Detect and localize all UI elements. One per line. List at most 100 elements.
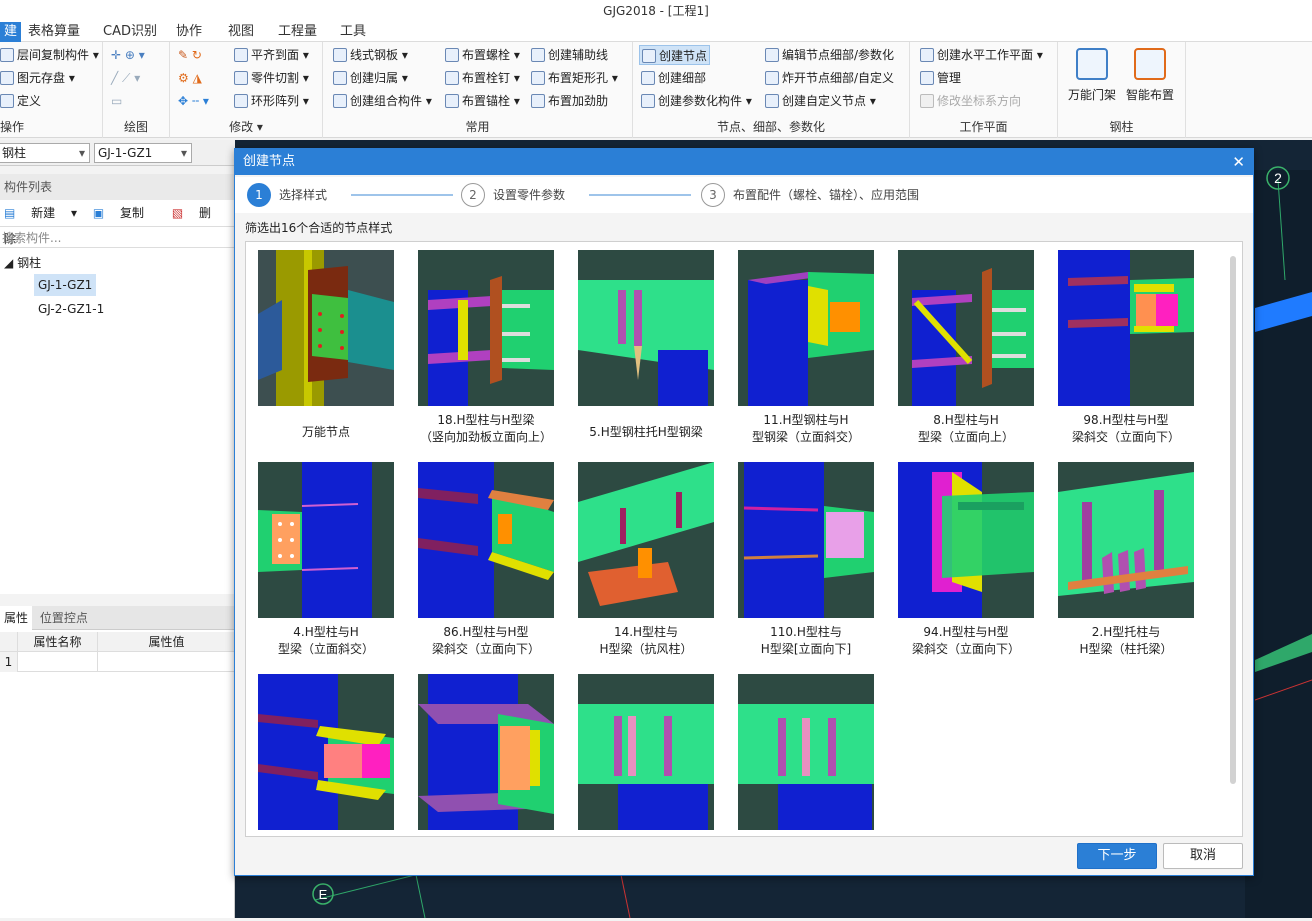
place-stud-button[interactable]: 布置栓钉 ▾ — [445, 68, 520, 88]
define-button[interactable]: 定义 — [0, 91, 41, 111]
bolt-icon — [445, 48, 459, 62]
menu-build[interactable]: 建 — [0, 22, 22, 42]
step-connector — [351, 194, 453, 196]
copy-between-floors-button[interactable]: 层间复制构件 ▾ — [0, 45, 99, 65]
menu-quantities[interactable]: 工程量 — [278, 22, 317, 42]
menu-cad-recognition[interactable]: CAD识别 — [103, 22, 157, 42]
create-work-plane-button[interactable]: 创建水平工作平面 ▾ — [920, 45, 1043, 65]
node-style-card[interactable] — [578, 674, 714, 836]
edit-node-detail-button[interactable]: 编辑节点细部/参数化 — [765, 45, 894, 65]
smart-place-button[interactable]: 智能布置 — [1122, 48, 1178, 103]
close-icon[interactable]: ✕ — [1232, 149, 1245, 175]
step-3: 3 布置配件（螺栓、锚栓）、应用范围 — [701, 183, 919, 207]
tab-properties[interactable]: 属性 — [0, 606, 33, 630]
node-style-card[interactable]: 2.H型托柱与 H型梁（柱托梁） — [1058, 462, 1194, 658]
create-detail-button[interactable]: 创建细部 — [641, 68, 706, 88]
menu-view[interactable]: 视图 — [228, 22, 254, 42]
type-selector[interactable]: 钢柱 — [0, 143, 90, 163]
node-style-label: 11.H型钢柱与H 型钢梁（立面斜交） — [751, 413, 860, 444]
selector-bar: 钢柱 GJ-1-GZ1 — [0, 140, 235, 166]
node-style-card[interactable]: 94.H型柱与H型 梁斜交（立面向下） — [898, 462, 1034, 658]
save-element-button[interactable]: 图元存盘 ▾ — [0, 68, 75, 88]
node-style-card[interactable]: 4.H型柱与H 型梁（立面斜交） — [258, 462, 394, 658]
create-custom-node-button[interactable]: 创建自定义节点 ▾ — [765, 91, 876, 111]
create-combo-button[interactable]: 创建组合构件 ▾ — [333, 91, 432, 111]
create-param-button[interactable]: 创建参数化构件 ▾ — [641, 91, 752, 111]
node-style-card[interactable]: 110.H型柱与 H型梁[立面向下] — [738, 462, 874, 658]
step-1: 1 选择样式 — [247, 183, 327, 207]
node-style-card[interactable] — [418, 674, 554, 836]
manage-button[interactable]: 管理 — [920, 68, 961, 88]
save-element-icon — [0, 71, 14, 85]
node-style-card[interactable]: 11.H型钢柱与H 型钢梁（立面斜交） — [738, 250, 874, 446]
create-aux-line-button[interactable]: 创建辅助线 — [531, 45, 608, 65]
window-title: GJG2018 - [工程1] — [0, 0, 1312, 22]
node-style-card[interactable]: 98.H型柱与H型 梁斜交（立面向下） — [1058, 250, 1194, 446]
linear-plate-button[interactable]: 线式钢板 ▾ — [333, 45, 408, 65]
modify-coord-button[interactable]: 修改坐标系方向 — [920, 91, 1021, 111]
copy-button[interactable]: ▣ 复制 — [93, 206, 156, 220]
prop-name-cell[interactable] — [18, 652, 98, 672]
node-style-label: 2.H型托柱与 H型梁（柱托梁） — [1079, 625, 1173, 656]
component-selector[interactable]: GJ-1-GZ1 — [94, 143, 192, 163]
place-bolt-button[interactable]: 布置螺栓 ▾ — [445, 45, 520, 65]
node-style-thumbnail — [1058, 462, 1194, 618]
place-anchor-button[interactable]: 布置锚栓 ▾ — [445, 91, 520, 111]
place-rect-hole-button[interactable]: 布置矩形孔 ▾ — [531, 68, 618, 88]
table-row[interactable]: 1 — [0, 652, 235, 672]
tab-position-points[interactable]: 位置控点 — [36, 606, 92, 630]
component-search-input[interactable]: 搜索构件... — [0, 226, 234, 248]
tree-item[interactable]: GJ-2-GZ1-1 — [34, 298, 108, 320]
new-button[interactable]: ▤ 新建 ▾ — [4, 206, 77, 220]
anchor-icon — [445, 94, 459, 108]
mirror-icon[interactable]: ⚙ ◮ — [178, 68, 202, 88]
node-style-card[interactable]: 14.H型柱与 H型梁（抗风柱） — [578, 462, 714, 658]
node-icon — [642, 49, 656, 63]
ribbon-group-common: 线式钢板 ▾ 创建归属 ▾ 创建组合构件 ▾ 布置螺栓 ▾ 布置栓钉 ▾ 布置锚… — [323, 42, 633, 138]
ribbon-group-label[interactable]: 修改 ▾ — [170, 118, 322, 135]
node-style-thumbnail — [898, 250, 1034, 406]
ring-array-button[interactable]: 环形阵列 ▾ — [234, 91, 309, 111]
explode-icon — [765, 71, 779, 85]
create-ownership-button[interactable]: 创建归属 ▾ — [333, 68, 408, 88]
filter-result-text: 筛选出16个合适的节点样式 — [245, 221, 393, 235]
row-num: 1 — [0, 652, 18, 672]
node-style-card[interactable]: 8.H型柱与H 型梁（立面向上） — [898, 250, 1034, 446]
node-style-card[interactable]: 86.H型柱与H型 梁斜交（立面向下） — [418, 462, 554, 658]
node-style-card[interactable] — [258, 674, 394, 836]
node-style-card[interactable]: 18.H型柱与H型梁 （竖向加劲板立面向上） — [418, 250, 554, 446]
next-button[interactable]: 下一步 — [1077, 843, 1157, 869]
cancel-button[interactable]: 取消 — [1163, 843, 1243, 869]
line-tool-icon[interactable]: ╱ ⟋ ▾ — [111, 68, 140, 88]
menu-collaboration[interactable]: 协作 — [176, 22, 202, 42]
rect-hole-icon — [531, 71, 545, 85]
prop-value-cell[interactable] — [98, 652, 235, 672]
align-to-face-button[interactable]: 平齐到面 ▾ — [234, 45, 309, 65]
ownership-icon — [333, 71, 347, 85]
menu-tools[interactable]: 工具 — [340, 22, 366, 42]
combo-icon — [333, 94, 347, 108]
node-style-thumbnail — [258, 674, 394, 830]
gallery-scrollbar[interactable] — [1230, 256, 1236, 784]
node-style-thumbnail — [418, 250, 554, 406]
place-stiffener-button[interactable]: 布置加劲肋 — [531, 91, 608, 111]
universal-portal-button[interactable]: 万能门架 — [1064, 48, 1120, 103]
work-plane-icon — [920, 48, 934, 62]
point-tool-icon[interactable]: ✛ ⊕ ▾ — [111, 45, 145, 65]
create-node-button[interactable]: 创建节点 — [639, 45, 711, 65]
tree-item[interactable]: GJ-1-GZ1 — [34, 274, 97, 296]
tree-root[interactable]: ◢ 钢柱 — [4, 254, 41, 271]
portal-frame-icon — [1076, 48, 1108, 80]
move-icon[interactable]: ✥ ╌ ▾ — [178, 91, 209, 111]
edit-node-icon — [765, 48, 779, 62]
part-cut-button[interactable]: 零件切割 ▾ — [234, 68, 309, 88]
node-style-label: 5.H型钢柱托H型钢梁 — [589, 425, 703, 439]
brush-icon[interactable]: ✎ ↻ — [178, 45, 202, 65]
node-style-card[interactable]: 万能节点 — [258, 250, 394, 441]
node-style-card[interactable] — [738, 674, 874, 836]
node-style-card[interactable]: 5.H型钢柱托H型钢梁 — [578, 250, 714, 441]
node-style-label: 94.H型柱与H型 梁斜交（立面向下） — [911, 625, 1020, 656]
rect-tool-icon[interactable]: ▭ — [111, 91, 122, 111]
explode-node-button[interactable]: 炸开节点细部/自定义 — [765, 68, 894, 88]
menu-table-calc[interactable]: 表格算量 — [28, 22, 80, 42]
